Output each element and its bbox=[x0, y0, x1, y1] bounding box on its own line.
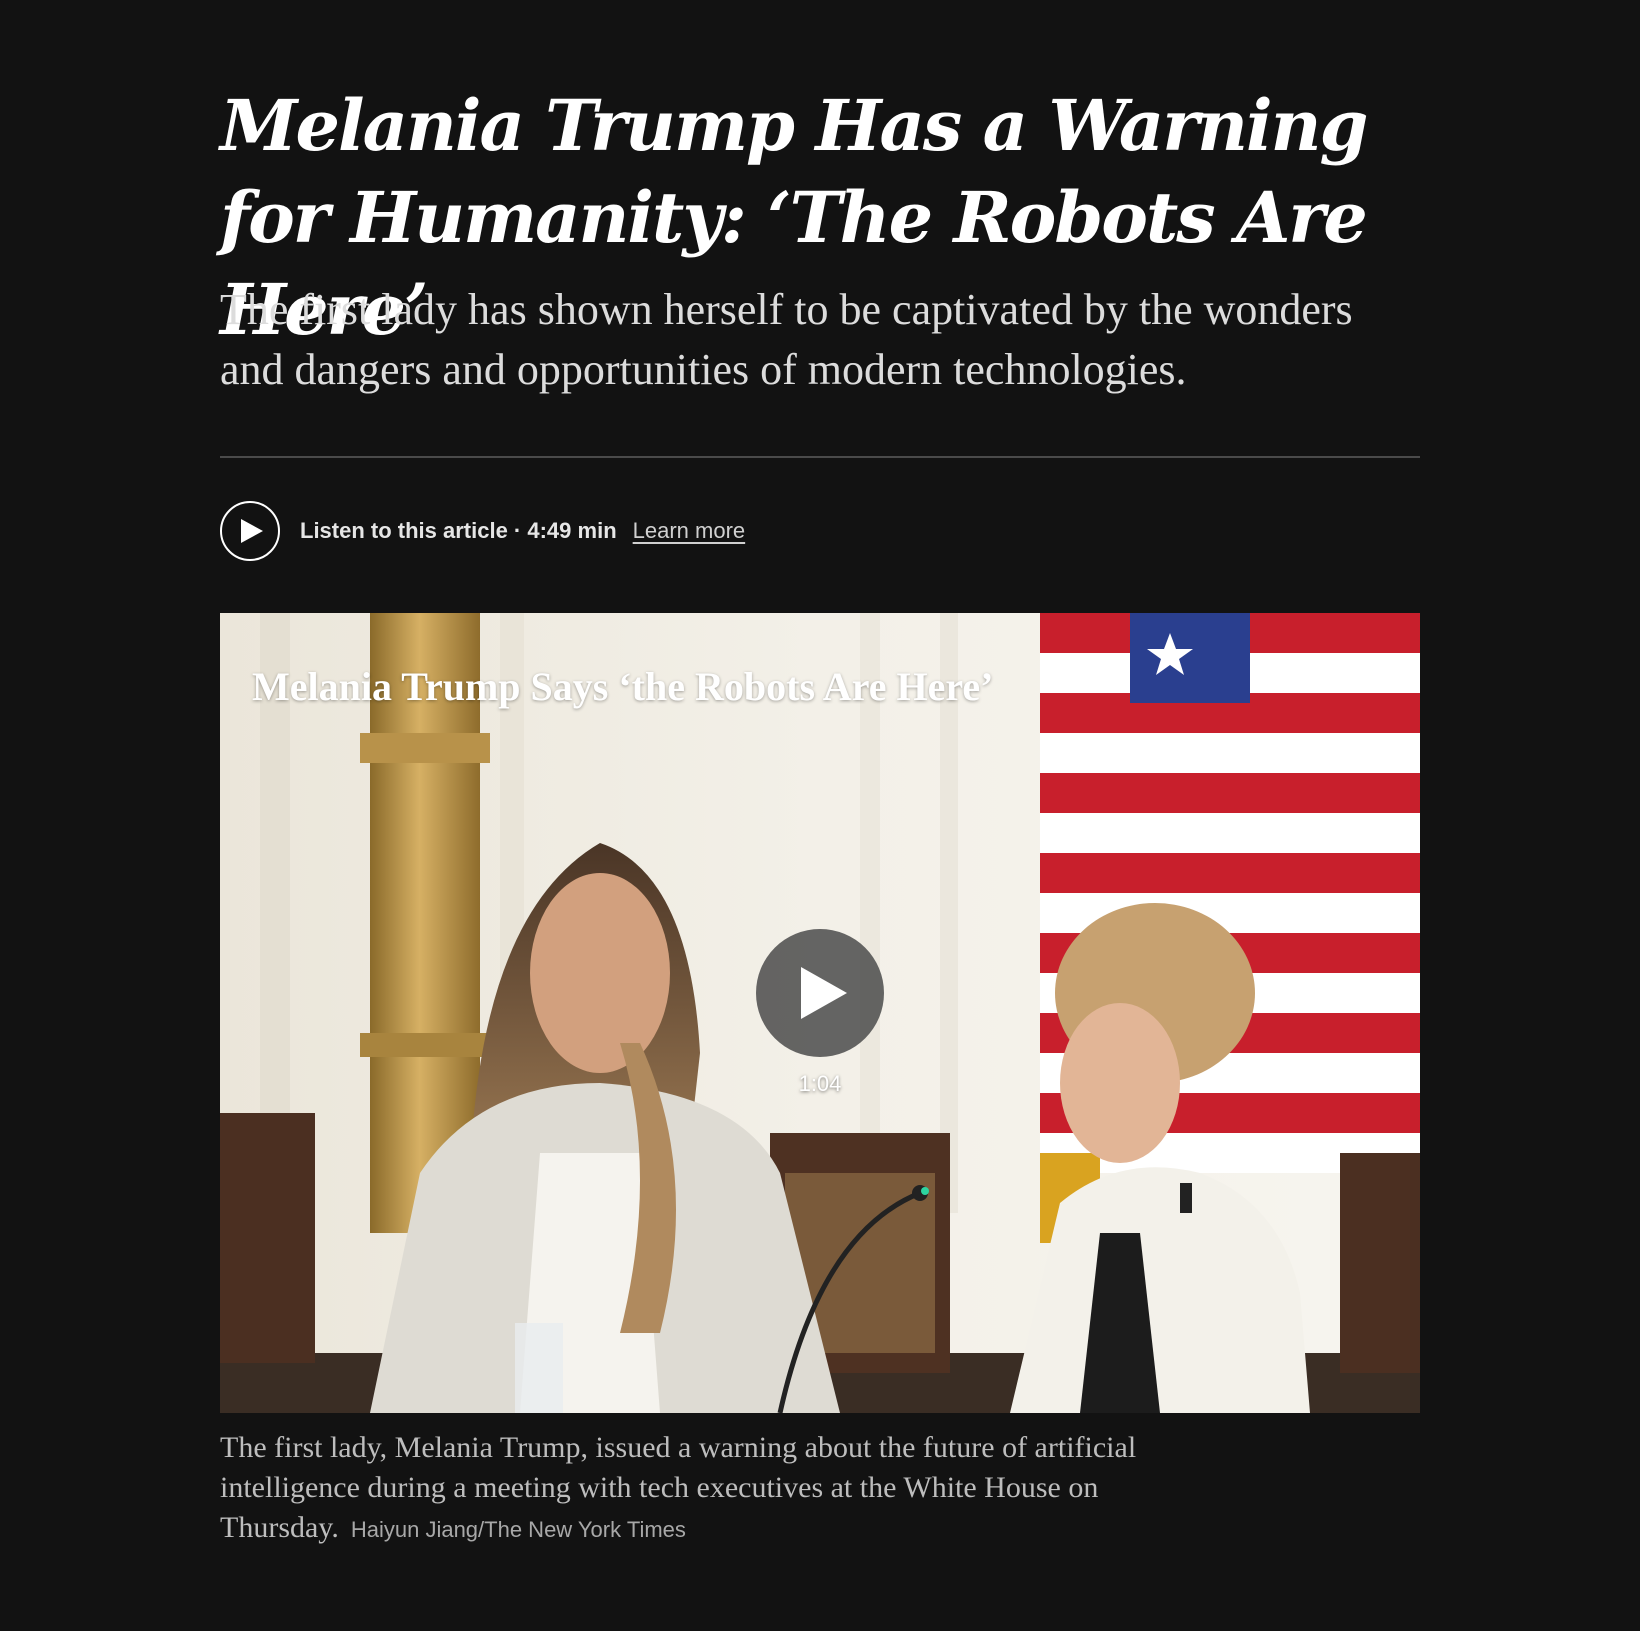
learn-more-link[interactable]: Learn more bbox=[633, 518, 746, 544]
photo-caption: The first lady, Melania Trump, issued a … bbox=[220, 1428, 1260, 1550]
audio-player: Listen to this article · 4:49 min Learn … bbox=[220, 499, 745, 563]
listen-play-button[interactable] bbox=[220, 501, 280, 561]
article-summary: The first lady has shown herself to be c… bbox=[220, 285, 1353, 394]
photo-credit: Haiyun Jiang/The New York Times bbox=[350, 1517, 686, 1542]
video-duration: 1:04 bbox=[798, 1071, 842, 1096]
video-player[interactable]: Melania Trump Says ‘the Robots Are Here’… bbox=[220, 613, 1420, 1413]
video-play-button[interactable] bbox=[756, 929, 884, 1057]
listen-label: Listen to this article · 4:49 min bbox=[300, 518, 617, 543]
play-icon bbox=[241, 519, 263, 543]
divider bbox=[220, 456, 1420, 458]
video-title: Melania Trump Says ‘the Robots Are Here’ bbox=[252, 664, 994, 709]
play-icon bbox=[801, 967, 847, 1019]
